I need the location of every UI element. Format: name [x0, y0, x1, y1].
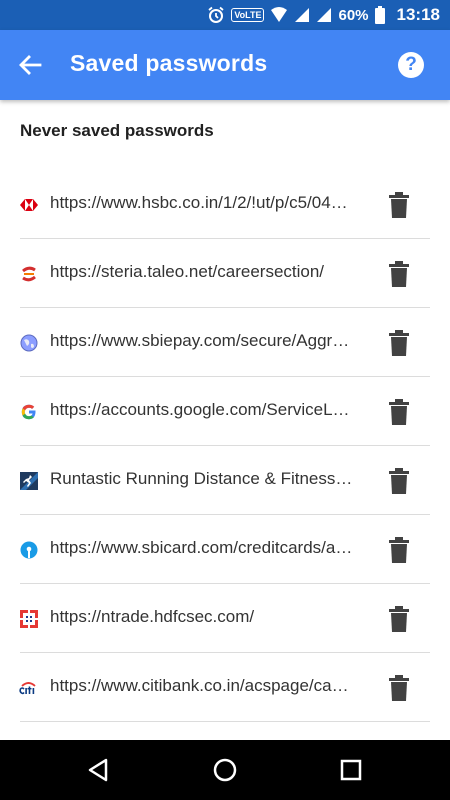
delete-icon[interactable]: [388, 606, 410, 632]
navigation-bar: [0, 740, 450, 800]
list-item[interactable]: https://accounts.google.com/ServiceLogin: [0, 377, 450, 446]
list-item[interactable]: https://ntrade.hdfcsec.com/: [0, 584, 450, 653]
divider: [20, 721, 430, 722]
battery-percent: 60%: [338, 6, 369, 24]
nav-home-icon[interactable]: [210, 755, 240, 785]
site-url: https://accounts.google.com/ServiceLogin: [50, 400, 355, 419]
google-favicon: [19, 402, 38, 421]
delete-icon[interactable]: [388, 537, 410, 563]
nav-back-icon[interactable]: [84, 755, 114, 785]
wifi-icon: [271, 7, 288, 22]
section-title: Never saved passwords: [20, 121, 214, 140]
globe-favicon: [19, 333, 38, 352]
sbi-favicon: [19, 540, 38, 559]
list-item[interactable]: https://www.hsbc.co.in/1/2/!ut/p/c5/04_S…: [0, 170, 450, 239]
volte-badge: VoLTE: [231, 8, 265, 22]
list-item[interactable]: https://www.sbiepay.com/secure/Aggregato…: [0, 308, 450, 377]
delete-icon[interactable]: [388, 261, 410, 287]
list-item[interactable]: https://www.sbicard.com/creditcards/app/…: [0, 515, 450, 584]
delete-icon[interactable]: [388, 192, 410, 218]
delete-icon[interactable]: [388, 330, 410, 356]
delete-icon[interactable]: [388, 468, 410, 494]
clock: 13:18: [396, 5, 440, 24]
back-arrow-icon[interactable]: [14, 50, 46, 82]
alarm-icon: [208, 6, 224, 23]
list-item[interactable]: https://www.citibank.co.in/acspage/cap_n…: [0, 653, 450, 722]
site-url: https://www.sbiepay.com/secure/Aggregato…: [50, 331, 355, 350]
list-item[interactable]: Runtastic Running Distance & Fitness Tra…: [0, 446, 450, 515]
status-bar: VoLTE 60% 13:18: [0, 0, 450, 30]
site-url: https://www.citibank.co.in/acspage/cap_n…: [50, 676, 355, 695]
hdfc-favicon: [19, 609, 38, 628]
never-saved-list: https://www.hsbc.co.in/1/2/!ut/p/c5/04_S…: [0, 170, 450, 722]
site-url: https://www.hsbc.co.in/1/2/!ut/p/c5/04_S…: [50, 193, 355, 212]
runtastic-favicon: [19, 471, 38, 490]
taleo-favicon: [19, 264, 38, 283]
signal-icon: [317, 8, 332, 22]
app-bar: Saved passwords ?: [0, 30, 450, 100]
citi-favicon: [19, 678, 38, 697]
site-url: Runtastic Running Distance & Fitness Tra…: [50, 469, 355, 488]
site-url: https://ntrade.hdfcsec.com/: [50, 607, 255, 626]
help-icon[interactable]: ?: [398, 52, 424, 78]
site-url: https://steria.taleo.net/careersection/: [50, 262, 325, 281]
delete-icon[interactable]: [388, 399, 410, 425]
delete-icon[interactable]: [388, 675, 410, 701]
nav-recents-icon[interactable]: [336, 755, 366, 785]
battery-icon: [374, 6, 385, 24]
site-url: https://www.sbicard.com/creditcards/app/…: [50, 538, 355, 557]
signal-icon: [295, 8, 310, 22]
list-item[interactable]: https://steria.taleo.net/careersection/: [0, 239, 450, 308]
page-title: Saved passwords: [70, 50, 268, 76]
hsbc-favicon: [19, 195, 38, 214]
